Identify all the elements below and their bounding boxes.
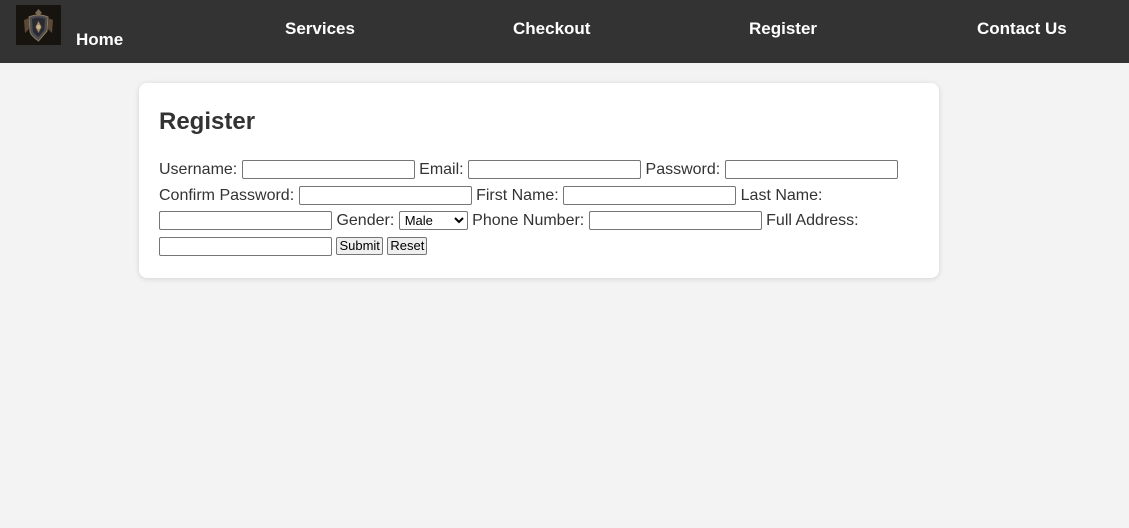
password-label: Password:: [645, 161, 721, 178]
confirm-password-input[interactable]: [298, 185, 472, 205]
first-name-input[interactable]: [563, 185, 737, 205]
gender-select[interactable]: Male: [398, 211, 468, 231]
site-logo[interactable]: [16, 5, 61, 45]
first-name-label: First Name:: [476, 186, 559, 204]
email-label: Email:: [419, 161, 464, 178]
email-input[interactable]: [468, 160, 642, 180]
nav-services[interactable]: Services: [285, 19, 355, 39]
crest-logo-icon: [16, 5, 61, 45]
register-form: Username: Email: Password: Confirm Passw…: [159, 157, 919, 259]
nav-contact-us[interactable]: Contact Us: [977, 19, 1067, 39]
nav-register[interactable]: Register: [749, 19, 817, 39]
username-label: Username:: [159, 161, 238, 178]
nav-home[interactable]: Home: [76, 30, 123, 50]
top-navbar: Home Services Checkout Register Contact …: [0, 0, 1129, 63]
full-address-label: Full Address:: [766, 212, 859, 229]
username-input[interactable]: [241, 160, 415, 180]
phone-number-input[interactable]: [588, 211, 762, 231]
gender-label: Gender:: [336, 212, 395, 229]
register-title: Register: [159, 108, 256, 135]
password-input[interactable]: [724, 160, 898, 180]
phone-number-label: Phone Number:: [472, 212, 585, 229]
last-name-input[interactable]: [159, 211, 332, 231]
submit-button[interactable]: Submit: [336, 237, 383, 256]
last-name-label: Last Name:: [740, 186, 823, 204]
nav-checkout[interactable]: Checkout: [513, 19, 590, 39]
full-address-input[interactable]: [159, 236, 332, 256]
register-card: Register Username: Email: Password: Conf…: [139, 83, 939, 278]
reset-button[interactable]: Reset: [387, 237, 428, 256]
confirm-password-label: Confirm Password:: [159, 186, 295, 204]
